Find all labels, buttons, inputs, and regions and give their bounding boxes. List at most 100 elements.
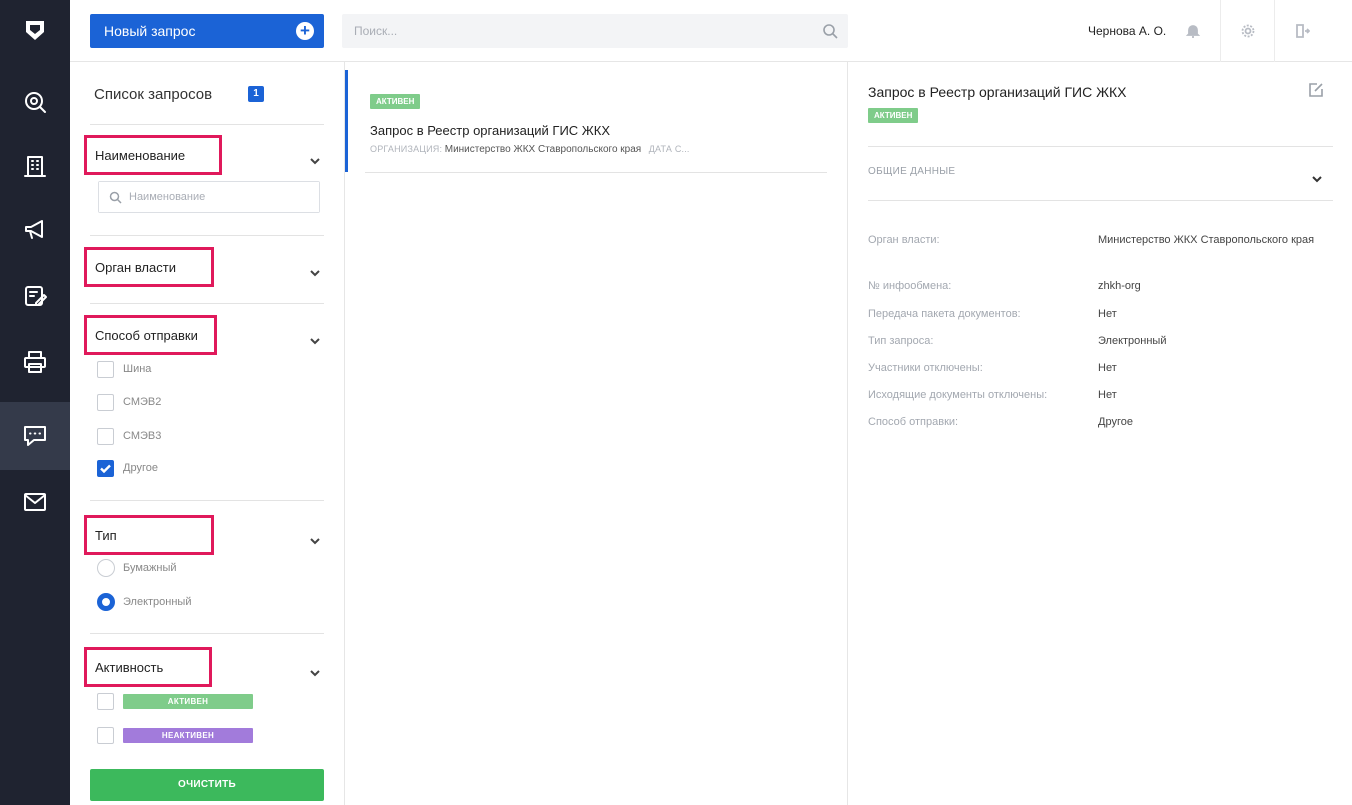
rail-item-chat[interactable] bbox=[0, 402, 70, 470]
divider bbox=[90, 124, 324, 125]
rail-item-building[interactable] bbox=[0, 132, 70, 200]
type-option-label: Бумажный bbox=[123, 562, 177, 574]
send-option-label: СМЭВ3 bbox=[123, 430, 162, 442]
notifications-button[interactable] bbox=[1166, 0, 1220, 62]
type-option-label: Электронный bbox=[123, 596, 192, 608]
divider bbox=[868, 200, 1333, 201]
checkbox[interactable] bbox=[97, 726, 114, 744]
edit-button[interactable] bbox=[1308, 82, 1324, 98]
inactive-status-pill: НЕАКТИВЕН bbox=[123, 727, 253, 743]
list-title: Список запросов bbox=[94, 86, 213, 103]
divider bbox=[90, 500, 324, 501]
rail-item-mail[interactable] bbox=[0, 468, 70, 536]
field-label: Исходящие документы отключены: bbox=[868, 389, 1048, 401]
filter-type-header[interactable]: Тип bbox=[84, 515, 214, 555]
field-label: № инфообмена: bbox=[868, 280, 952, 292]
rail-item-documents[interactable] bbox=[0, 262, 70, 330]
request-list: АКТИВЕН Запрос в Реестр организаций ГИС … bbox=[345, 62, 847, 805]
checkbox[interactable] bbox=[97, 427, 114, 445]
chevron-down-icon[interactable] bbox=[310, 532, 320, 545]
magnifier-icon bbox=[25, 92, 46, 113]
filter-authority-title: Орган власти bbox=[95, 259, 176, 275]
logout-button[interactable] bbox=[1274, 0, 1328, 62]
printer-icon bbox=[24, 351, 46, 373]
send-option-label: Другое bbox=[123, 462, 158, 474]
search-input[interactable] bbox=[342, 14, 848, 48]
radio[interactable] bbox=[97, 559, 115, 577]
active-status-pill: АКТИВЕН bbox=[123, 693, 253, 709]
filter-type-title: Тип bbox=[95, 527, 117, 543]
checkbox[interactable] bbox=[97, 360, 114, 378]
activity-option-active[interactable]: АКТИВЕН bbox=[97, 691, 253, 711]
status-badge: АКТИВЕН bbox=[370, 94, 421, 109]
send-option-label: СМЭВ2 bbox=[123, 396, 162, 408]
radio-selected[interactable] bbox=[97, 593, 115, 611]
type-option-electronic[interactable]: Электронный bbox=[97, 592, 192, 612]
rail-item-megaphone[interactable] bbox=[0, 196, 70, 264]
filter-name-title: Наименование bbox=[95, 147, 186, 163]
name-filter-input[interactable] bbox=[99, 182, 319, 212]
search-icon[interactable] bbox=[822, 23, 838, 39]
rail-item-printer[interactable] bbox=[0, 328, 70, 396]
top-bar: Новый запрос + Чернова А. О. bbox=[70, 0, 1352, 62]
check-icon bbox=[100, 464, 111, 473]
chevron-down-icon[interactable] bbox=[310, 332, 320, 345]
status-badge: АКТИВЕН bbox=[868, 108, 919, 123]
chevron-down-icon[interactable] bbox=[1312, 170, 1322, 183]
document-edit-icon bbox=[25, 286, 47, 306]
details-title: Запрос в Реестр организаций ГИС ЖКХ bbox=[868, 84, 1127, 100]
field-value: zhkh-org bbox=[1098, 280, 1141, 292]
filter-activity-title: Активность bbox=[95, 659, 164, 675]
field-label: Тип запроса: bbox=[868, 335, 934, 347]
details-panel: Запрос в Реестр организаций ГИС ЖКХ АКТИ… bbox=[847, 62, 1352, 805]
filter-name-header[interactable]: Наименование bbox=[84, 135, 222, 175]
date-label: ДАТА С... bbox=[648, 144, 690, 154]
list-item[interactable]: АКТИВЕН Запрос в Реестр организаций ГИС … bbox=[345, 70, 847, 172]
app-logo[interactable] bbox=[0, 0, 70, 62]
new-request-label: Новый запрос bbox=[104, 23, 196, 39]
filter-activity-header[interactable]: Активность bbox=[84, 647, 212, 687]
checkbox-checked[interactable] bbox=[97, 459, 114, 477]
divider bbox=[90, 235, 324, 236]
type-option-paper[interactable]: Бумажный bbox=[97, 558, 177, 578]
divider bbox=[365, 172, 827, 173]
search-icon bbox=[109, 191, 122, 204]
user-name[interactable]: Чернова А. О. bbox=[1088, 24, 1166, 38]
mail-icon bbox=[24, 493, 46, 511]
filter-send-method-title: Способ отправки bbox=[95, 327, 198, 343]
org-label: ОРГАНИЗАЦИЯ: bbox=[370, 144, 443, 154]
request-title: Запрос в Реестр организаций ГИС ЖКХ bbox=[370, 123, 611, 138]
send-option-label: Шина bbox=[123, 363, 152, 375]
divider bbox=[90, 633, 324, 634]
chat-icon bbox=[24, 426, 46, 446]
settings-button[interactable] bbox=[1220, 0, 1274, 62]
checkbox[interactable] bbox=[97, 393, 114, 411]
checkbox[interactable] bbox=[97, 692, 114, 710]
logout-icon bbox=[1295, 24, 1310, 38]
send-option-smev3[interactable]: СМЭВ3 bbox=[97, 426, 161, 446]
clear-filters-button[interactable]: ОЧИСТИТЬ bbox=[90, 769, 324, 801]
activity-option-inactive[interactable]: НЕАКТИВЕН bbox=[97, 725, 253, 745]
chevron-down-icon[interactable] bbox=[310, 152, 320, 165]
send-option-other[interactable]: Другое bbox=[97, 458, 158, 478]
send-option-smev2[interactable]: СМЭВ2 bbox=[97, 392, 161, 412]
send-option-shina[interactable]: Шина bbox=[97, 359, 151, 379]
new-request-button[interactable]: Новый запрос + bbox=[90, 14, 324, 48]
field-label: Передача пакета документов: bbox=[868, 308, 1021, 320]
section-general-data[interactable]: ОБЩИЕ ДАННЫЕ bbox=[868, 166, 955, 177]
chevron-down-icon[interactable] bbox=[310, 664, 320, 677]
gear-icon bbox=[1241, 24, 1254, 38]
search-box bbox=[342, 14, 848, 48]
filter-authority-header[interactable]: Орган власти bbox=[84, 247, 214, 287]
divider bbox=[90, 303, 324, 304]
field-value: Нет bbox=[1098, 308, 1117, 320]
bell-icon bbox=[1185, 25, 1201, 38]
rail-item-search[interactable] bbox=[0, 68, 70, 136]
plus-icon: + bbox=[296, 22, 314, 40]
app-root: Новый запрос + Чернова А. О. Список запр… bbox=[0, 0, 1352, 805]
shield-logo-icon bbox=[26, 21, 44, 40]
filter-send-method-header[interactable]: Способ отправки bbox=[84, 315, 217, 355]
request-count-badge: 1 bbox=[248, 86, 264, 102]
chevron-down-icon[interactable] bbox=[310, 264, 320, 277]
request-meta: ОРГАНИЗАЦИЯ: Министерство ЖКХ Ставрополь… bbox=[370, 144, 690, 155]
